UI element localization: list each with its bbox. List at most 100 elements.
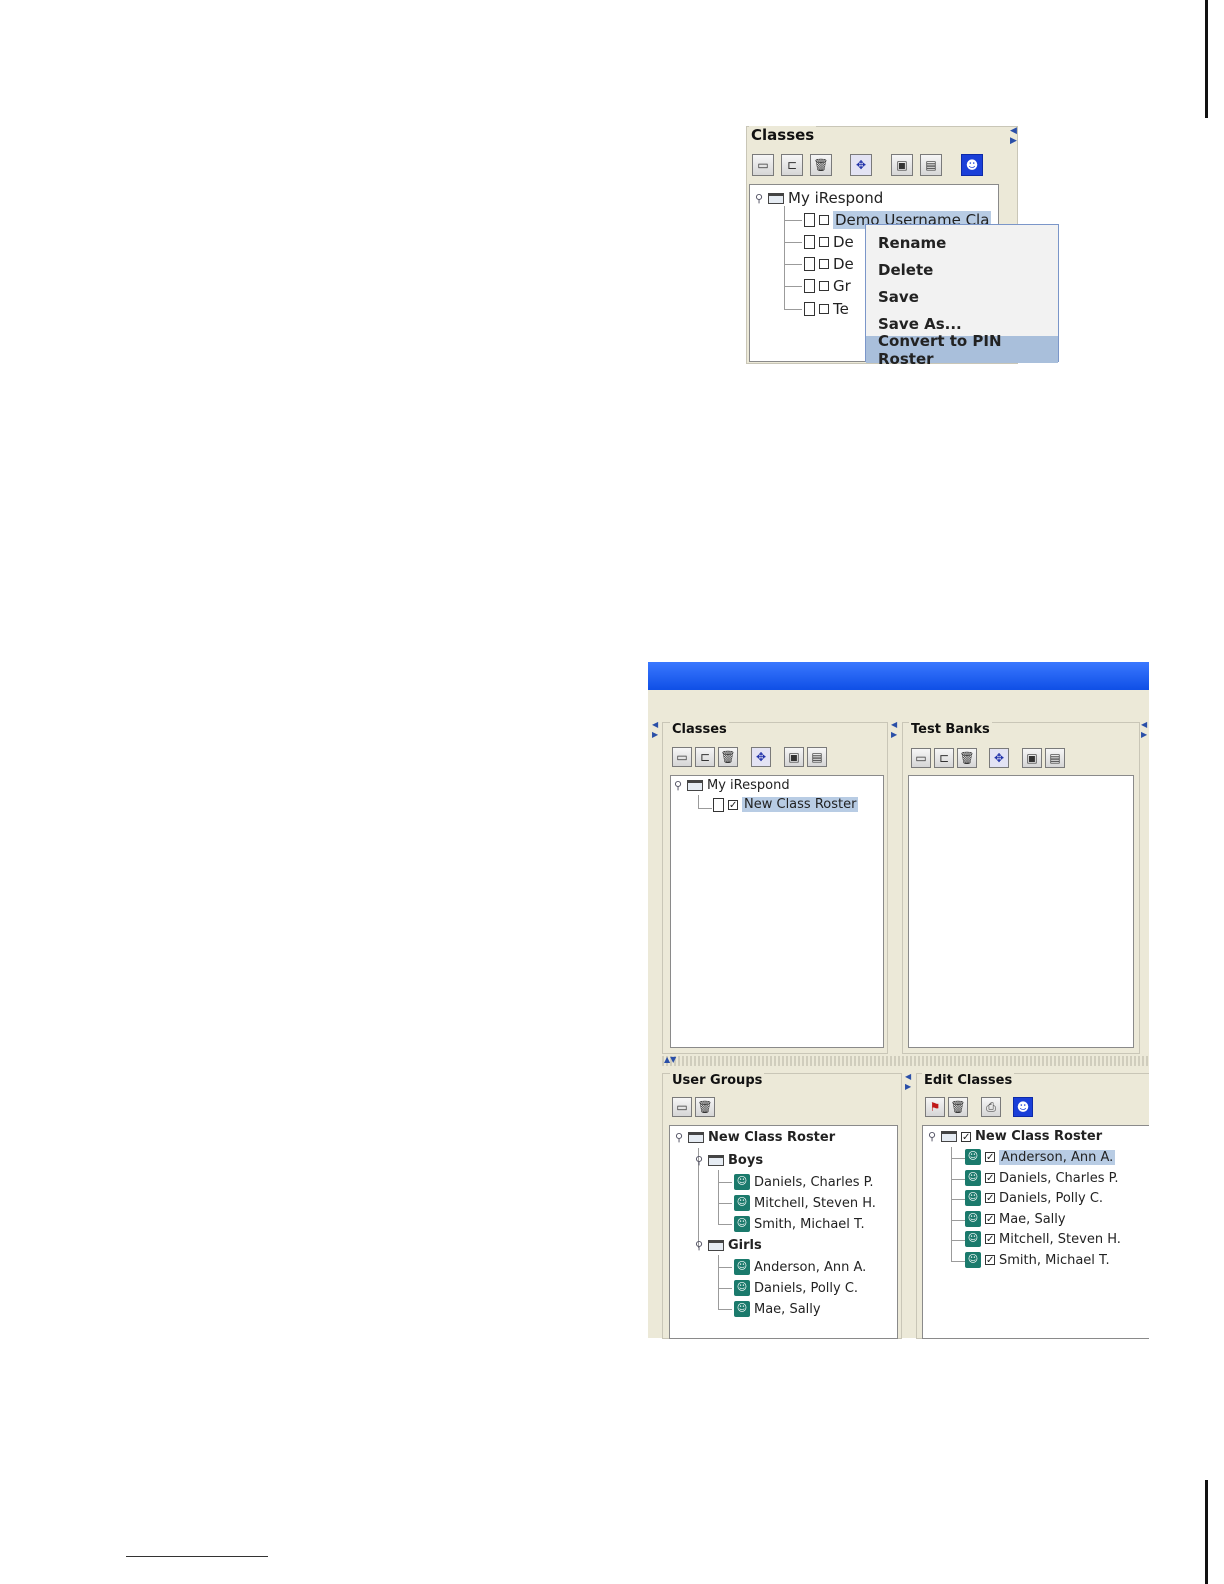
new-bank-button[interactable]: ▭ (911, 748, 931, 768)
tree-item-label: De (833, 233, 854, 251)
delete-button[interactable]: 🗑 (957, 748, 977, 768)
splitter-arrows[interactable]: ◀ ▶ (905, 1072, 911, 1092)
expand-key-icon[interactable]: ⚲ (755, 192, 764, 205)
trash-icon: 🗑 (950, 1100, 966, 1114)
expand-key-icon[interactable]: ⚲ (695, 1239, 704, 1252)
user-row[interactable]: ☺ Daniels, Polly C. (734, 1280, 858, 1296)
item-checkbox[interactable]: ✓ (985, 1214, 995, 1225)
item-checkbox[interactable] (819, 215, 829, 225)
user-row[interactable]: ☺ Mae, Sally (734, 1301, 821, 1317)
users-button[interactable]: ☻ (1013, 1097, 1033, 1117)
item-checkbox[interactable]: ✓ (961, 1131, 971, 1142)
item-checkbox[interactable]: ✓ (985, 1255, 995, 1266)
item-checkbox[interactable]: ✓ (985, 1234, 995, 1245)
save-button[interactable]: ▣ (1022, 748, 1042, 768)
tree-root[interactable]: ⚲ New Class Roster (675, 1130, 835, 1145)
delete-button[interactable]: 🗑 (718, 747, 738, 767)
item-checkbox[interactable] (819, 281, 829, 291)
floppy-icon: ▣ (1026, 751, 1038, 765)
expand-key-icon[interactable]: ⚲ (695, 1154, 704, 1167)
tree-item[interactable]: De (804, 255, 854, 273)
add-users-button[interactable]: ⚑ (925, 1097, 945, 1117)
delete-button[interactable]: 🗑 (810, 154, 832, 176)
delete-button[interactable]: 🗑 (695, 1097, 715, 1117)
folder-icon (688, 1132, 704, 1143)
open-button[interactable]: ⊏ (695, 747, 715, 767)
trash-icon: 🗑 (720, 750, 736, 764)
open-button[interactable]: ⊏ (934, 748, 954, 768)
user-row[interactable]: ☺ ✓ Daniels, Charles P. (965, 1170, 1119, 1186)
move-button[interactable]: ✥ (989, 748, 1009, 768)
tree-root[interactable]: ⚲ My iRespond (755, 189, 883, 207)
tree-connector (718, 1267, 732, 1268)
splitter-arrows[interactable]: ◀ ▶ (891, 720, 897, 740)
splitter-arrows[interactable]: ▲▼ (664, 1055, 676, 1064)
user-row[interactable]: ☺ ✓ Mitchell, Steven H. (965, 1231, 1121, 1247)
folder-open-icon: ⊏ (938, 751, 950, 765)
save-as-button[interactable]: ▤ (920, 154, 942, 176)
window-titlebar[interactable] (648, 662, 1149, 690)
item-checkbox[interactable]: ✓ (728, 799, 738, 810)
save-button[interactable]: ▣ (891, 154, 913, 176)
users-button[interactable]: ☻ (961, 154, 983, 176)
tree-connector (951, 1261, 965, 1262)
move-button[interactable]: ✥ (850, 154, 872, 176)
item-checkbox[interactable] (819, 304, 829, 314)
item-checkbox[interactable]: ✓ (985, 1173, 995, 1184)
save-as-button[interactable]: ▤ (1045, 748, 1065, 768)
expand-key-icon[interactable]: ⚲ (675, 1131, 684, 1144)
save-button[interactable]: ▣ (784, 747, 804, 767)
item-checkbox[interactable] (819, 237, 829, 247)
folder-icon (768, 192, 784, 204)
new-class-button[interactable]: ▭ (752, 154, 774, 176)
user-row[interactable]: ☺ Anderson, Ann A. (734, 1259, 866, 1275)
tree-connector (698, 795, 699, 809)
menu-item-rename[interactable]: Rename (866, 229, 1058, 256)
item-checkbox[interactable]: ✓ (985, 1152, 995, 1163)
expand-key-icon[interactable]: ⚲ (928, 1130, 937, 1143)
user-icon: ☺ (965, 1149, 981, 1165)
splitter-arrows[interactable]: ◀ ▶ (1141, 720, 1147, 740)
tree-connector (698, 808, 712, 809)
expand-key-icon[interactable]: ⚲ (674, 779, 683, 792)
item-checkbox[interactable]: ✓ (985, 1193, 995, 1204)
tree-root[interactable]: ⚲ My iRespond (674, 778, 790, 793)
save-as-button[interactable]: ▤ (807, 747, 827, 767)
user-row[interactable]: ☺ ✓ Mae, Sally (965, 1211, 1066, 1227)
group-node[interactable]: ⚲ Girls (695, 1238, 762, 1253)
user-row[interactable]: ☺ ✓ Daniels, Polly C. (965, 1190, 1103, 1206)
user-row[interactable]: ☺ ✓ Smith, Michael T. (965, 1252, 1110, 1268)
horizontal-splitter[interactable] (662, 1056, 1149, 1066)
edit-classes-panel-title: Edit Classes (922, 1073, 1015, 1088)
folder-new-icon: ▭ (676, 1100, 688, 1114)
user-row[interactable]: ☺ ✓ Anderson, Ann A. (965, 1149, 1116, 1165)
move-button[interactable]: ✥ (751, 747, 771, 767)
tree-connector (784, 309, 802, 310)
user-row[interactable]: ☺ Mitchell, Steven H. (734, 1195, 876, 1211)
user-row[interactable]: ☺ Daniels, Charles P. (734, 1174, 874, 1190)
tree-root[interactable]: ⚲ ✓ New Class Roster (928, 1129, 1102, 1144)
group-node[interactable]: ⚲ Boys (695, 1153, 763, 1168)
user-icon: ☺ (965, 1170, 981, 1186)
tree-connector (718, 1203, 732, 1204)
delete-button[interactable]: 🗑 (948, 1097, 968, 1117)
print-button[interactable]: ⎙ (981, 1097, 1001, 1117)
open-button[interactable]: ⊏ (781, 154, 803, 176)
menu-item-save[interactable]: Save (866, 283, 1058, 310)
new-class-button[interactable]: ▭ (672, 747, 692, 767)
new-group-button[interactable]: ▭ (672, 1097, 692, 1117)
item-checkbox[interactable] (819, 259, 829, 269)
tree-item[interactable]: ✓ New Class Roster (713, 797, 859, 812)
menu-item-convert-to-pin-roster[interactable]: Convert to PIN Roster (866, 332, 1058, 368)
user-row[interactable]: ☺ Smith, Michael T. (734, 1216, 865, 1232)
tree-item[interactable]: De (804, 233, 854, 251)
tree-item[interactable]: Te (804, 300, 849, 318)
document-icon (804, 302, 815, 316)
test-banks-tree (908, 775, 1134, 1048)
menu-item-delete[interactable]: Delete (866, 256, 1058, 283)
tree-connector (951, 1240, 965, 1241)
user-icon: ☺ (734, 1280, 750, 1296)
tree-item[interactable]: Gr (804, 277, 851, 295)
splitter-arrows[interactable]: ◀ ▶ (652, 720, 658, 740)
splitter-arrows[interactable]: ◀ ▶ (1010, 126, 1017, 146)
